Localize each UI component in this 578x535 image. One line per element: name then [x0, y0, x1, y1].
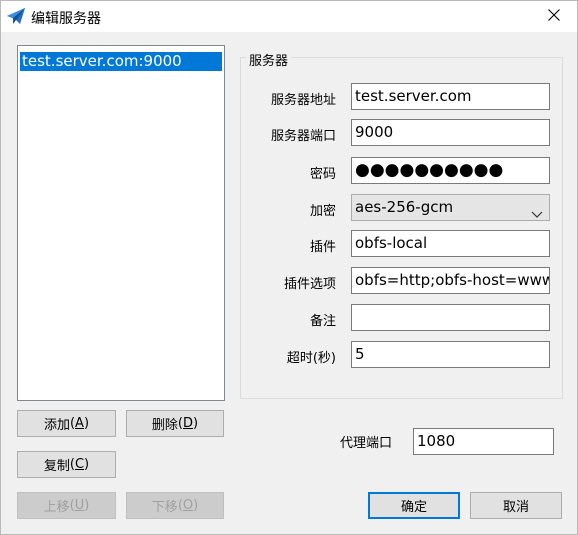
plugin-options-input[interactable]: obfs=http;obfs-host=www	[351, 267, 550, 294]
server-port-input[interactable]: 9000	[351, 119, 550, 146]
move-up-button-label: 上移	[43, 500, 70, 515]
proxy-port-input[interactable]: 1080	[413, 428, 554, 455]
move-down-button-hotkey: O	[182, 498, 194, 513]
close-icon	[548, 8, 560, 25]
paper-plane-icon	[7, 8, 25, 25]
remarks-input[interactable]	[351, 304, 550, 331]
port-label: 服务器端口	[270, 129, 336, 144]
proxy-port-label: 代理端口	[340, 436, 393, 451]
add-button-hotkey: A	[75, 416, 84, 431]
timeout-input[interactable]: 5	[351, 341, 550, 368]
move-down-button[interactable]: 下移(O)	[126, 492, 224, 519]
move-up-button[interactable]: 上移(U)	[17, 492, 116, 519]
remarks-label: 备注	[309, 314, 336, 329]
add-button-label: 添加	[43, 418, 70, 433]
copy-button-label: 复制	[43, 459, 70, 474]
window-title: 编辑服务器	[31, 11, 101, 27]
delete-button-hotkey: D	[183, 416, 194, 431]
encryption-select[interactable]: aes-256-gcm	[351, 194, 550, 221]
delete-button[interactable]: 删除(D)	[126, 410, 224, 437]
list-item[interactable]: test.server.com:9000	[20, 52, 222, 71]
password-input[interactable]: ●●●●●●●●●●	[351, 157, 550, 184]
encryption-value: aes-256-gcm	[355, 198, 454, 216]
plugin-label: 插件	[309, 240, 336, 255]
address-label: 服务器地址	[270, 93, 336, 108]
plugin-input[interactable]: obfs-local	[351, 230, 550, 257]
copy-button[interactable]: 复制(C)	[17, 451, 116, 478]
move-down-button-label: 下移	[151, 500, 178, 515]
password-label: 密码	[309, 167, 336, 182]
ok-button[interactable]: 确定	[368, 492, 460, 519]
add-button[interactable]: 添加(A)	[17, 410, 116, 437]
chevron-down-icon	[531, 203, 543, 218]
edit-servers-dialog: 编辑服务器 test.server.com:9000 添加(A) 删除(D) 复…	[0, 0, 578, 535]
encryption-label: 加密	[309, 204, 336, 219]
timeout-label: 超时(秒)	[286, 351, 336, 366]
delete-button-label: 删除	[151, 418, 178, 433]
close-button[interactable]	[531, 1, 577, 32]
title-bar: 编辑服务器	[1, 1, 577, 32]
server-list[interactable]: test.server.com:9000	[17, 45, 225, 401]
copy-button-hotkey: C	[74, 457, 85, 472]
move-up-button-hotkey: U	[74, 498, 85, 513]
cancel-button[interactable]: 取消	[470, 492, 562, 519]
server-group-title: 服务器	[246, 50, 292, 69]
plugin-options-label: 插件选项	[283, 277, 336, 292]
server-address-input[interactable]: test.server.com	[351, 83, 550, 110]
